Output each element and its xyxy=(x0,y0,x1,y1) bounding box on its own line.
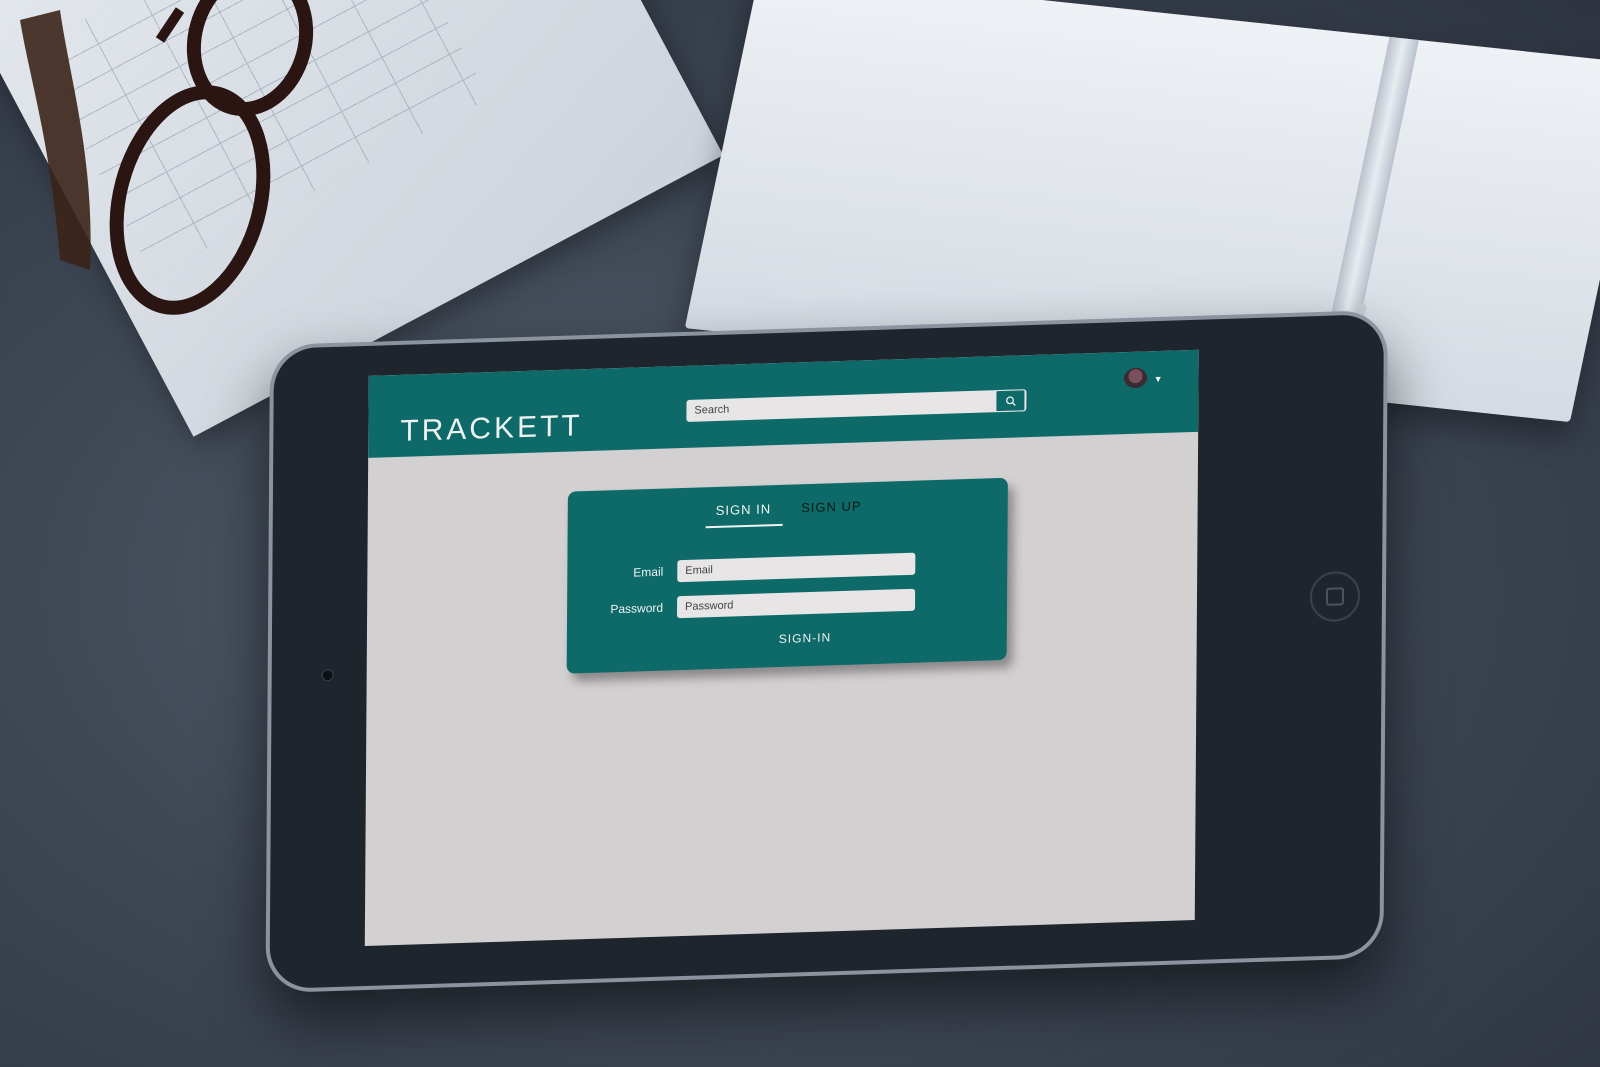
email-row: Email xyxy=(567,552,916,586)
password-row: Password xyxy=(567,588,916,622)
home-square-icon xyxy=(1325,587,1345,606)
password-field[interactable] xyxy=(676,588,916,619)
tablet-screen: TRACKETT ▼ SIGN IN SIGN UP xyxy=(364,349,1199,947)
tab-sign-in[interactable]: SIGN IN xyxy=(705,500,784,529)
app-header: TRACKETT ▼ xyxy=(368,349,1199,458)
sign-in-button[interactable]: SIGN-IN xyxy=(773,629,837,647)
tab-sign-up[interactable]: SIGN UP xyxy=(801,498,862,525)
caret-down-icon[interactable]: ▼ xyxy=(1154,374,1163,384)
eyeglasses-image xyxy=(20,0,314,315)
tablet-home-button[interactable] xyxy=(1309,570,1361,623)
user-menu[interactable]: ▼ xyxy=(1123,367,1163,393)
tablet-device: TRACKETT ▼ SIGN IN SIGN UP xyxy=(265,309,1388,994)
avatar[interactable] xyxy=(1123,367,1148,393)
email-label: Email xyxy=(633,564,664,580)
tablet-camera xyxy=(321,669,334,682)
auth-tabs: SIGN IN SIGN UP xyxy=(705,498,862,529)
search-button[interactable] xyxy=(995,389,1026,413)
search-bar xyxy=(686,389,1027,422)
auth-card: SIGN IN SIGN UP Email Password SIGN-IN xyxy=(566,477,1008,674)
search-input[interactable] xyxy=(686,390,996,422)
password-label: Password xyxy=(610,600,664,617)
email-field[interactable] xyxy=(677,552,916,583)
app-logo[interactable]: TRACKETT xyxy=(400,409,583,449)
search-icon xyxy=(1005,395,1016,406)
